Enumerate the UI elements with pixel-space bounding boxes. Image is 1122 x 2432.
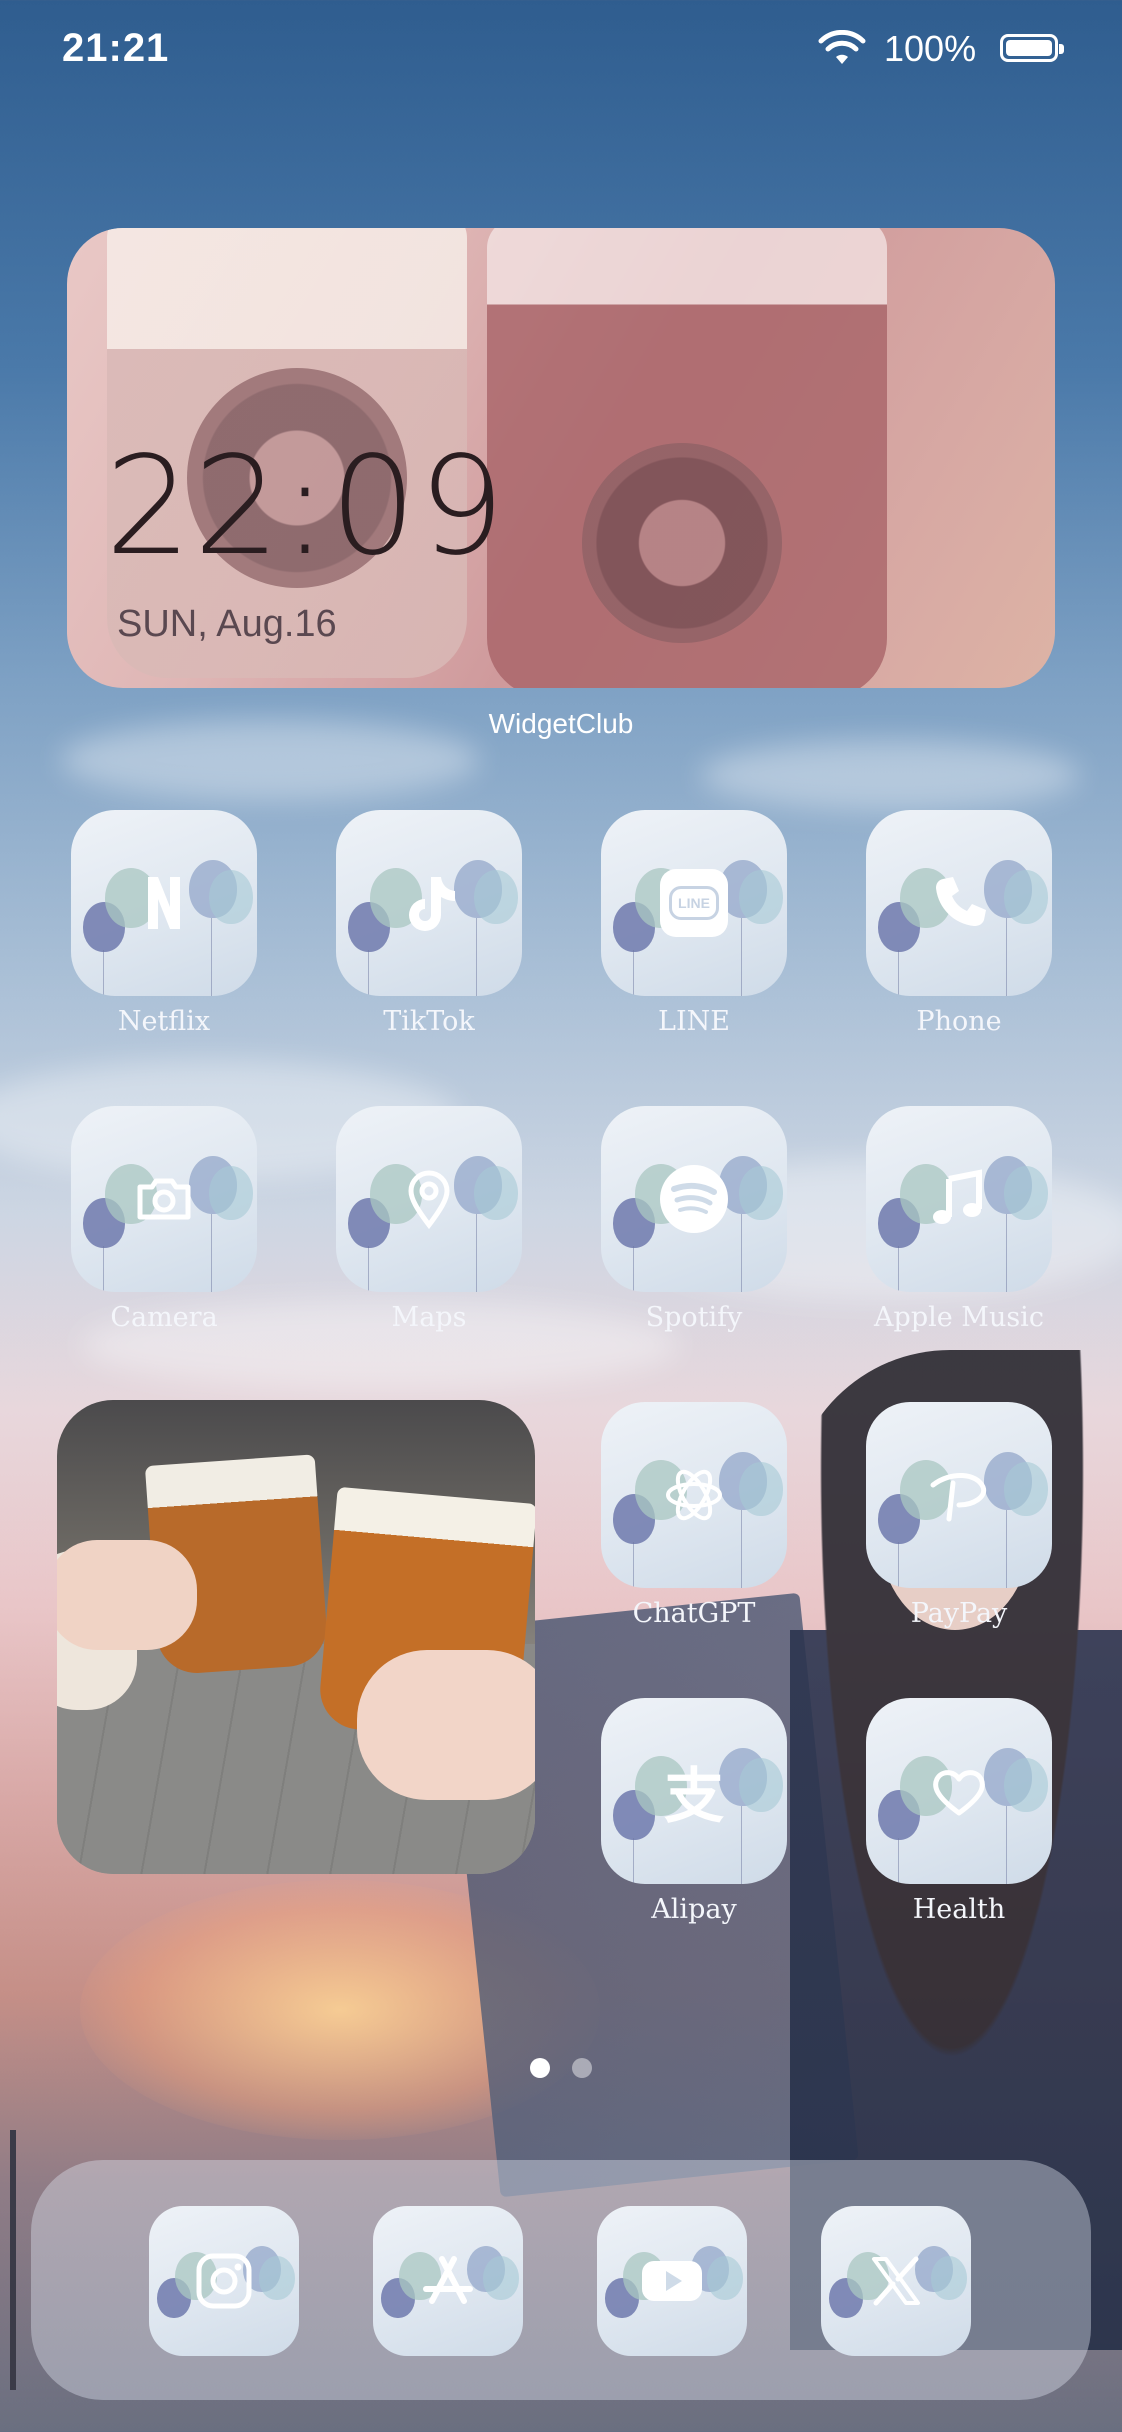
app-phone[interactable]: Phone [866,810,1052,1037]
app-label: Netflix [117,1006,211,1037]
app-label: Camera [110,1302,218,1333]
app-label: Apple Music [874,1302,1044,1333]
status-bar: 21:21 100% [0,0,1122,100]
heart-icon [866,1698,1052,1884]
app-tile[interactable]: 支 [601,1698,787,1884]
tiktok-icon [336,810,522,996]
app-apple-music[interactable]: Apple Music [866,1106,1052,1333]
widget-clock-date: SUN, Aug.16 [117,603,337,645]
paypay-icon [866,1402,1052,1588]
app-tile[interactable] [866,1106,1052,1292]
widget-label: WidgetClub [488,708,634,739]
line-icon: LINE [601,810,787,996]
app-tile[interactable]: LINE [601,810,787,996]
widget-clock-time: 22:09 [105,428,507,586]
app-label: Phone [916,1006,1002,1037]
app-store-icon [373,2206,523,2356]
app-tile[interactable] [71,1106,257,1292]
spotify-icon [601,1106,787,1292]
app-line[interactable]: LINE LINE [601,810,787,1037]
alipay-icon-glyph: 支 [664,1761,724,1832]
app-tile[interactable] [866,1698,1052,1884]
music-note-icon [866,1106,1052,1292]
dock-app-instagram[interactable] [149,2206,299,2356]
status-time: 21:21 [62,26,170,70]
app-alipay[interactable]: 支 Alipay [601,1698,787,1925]
app-label: ChatGPT [632,1598,756,1629]
instagram-icon [149,2206,299,2356]
wifi-icon [818,30,866,64]
dock-app-app-store[interactable] [373,2206,523,2356]
app-netflix[interactable]: Netflix [71,810,257,1037]
app-camera[interactable]: Camera [71,1106,257,1333]
line-icon-text: LINE [669,886,719,920]
page-dot [572,2058,592,2078]
app-maps[interactable]: Maps [336,1106,522,1333]
battery-icon [1000,34,1064,62]
cup-logo [582,443,782,643]
netflix-icon [71,810,257,996]
x-icon [821,2206,971,2356]
youtube-icon [597,2206,747,2356]
app-spotify[interactable]: Spotify [601,1106,787,1333]
app-tile[interactable] [336,810,522,996]
app-paypay[interactable]: PayPay [866,1402,1052,1629]
photo-widget[interactable] [57,1400,535,1874]
app-tile[interactable] [336,1106,522,1292]
app-tile[interactable] [71,810,257,996]
map-pin-icon [336,1106,522,1292]
app-tile[interactable] [866,810,1052,996]
dock [31,2160,1091,2400]
app-tiktok[interactable]: TikTok [336,810,522,1037]
app-label: Spotify [645,1302,743,1333]
page-dot-active [530,2058,550,2078]
camera-icon [71,1106,257,1292]
dock-app-youtube[interactable] [597,2206,747,2356]
app-label: Alipay [651,1894,737,1925]
alipay-icon: 支 [601,1698,787,1884]
app-label: Health [912,1894,1006,1925]
app-label: LINE [658,1006,730,1037]
app-tile[interactable] [866,1402,1052,1588]
page-indicator[interactable] [530,2058,594,2080]
clock-widget[interactable]: 22:09 SUN, Aug.16 [67,228,1055,688]
app-tile[interactable] [601,1402,787,1588]
app-label: Maps [391,1302,467,1333]
app-chatgpt[interactable]: ChatGPT [601,1402,787,1629]
phone-icon [866,810,1052,996]
app-tile[interactable] [601,1106,787,1292]
battery-percent: 100% [884,28,977,69]
chatgpt-icon [601,1402,787,1588]
app-label: PayPay [910,1598,1008,1629]
dock-app-x[interactable] [821,2206,971,2356]
app-label: TikTok [383,1006,475,1037]
app-health[interactable]: Health [866,1698,1052,1925]
